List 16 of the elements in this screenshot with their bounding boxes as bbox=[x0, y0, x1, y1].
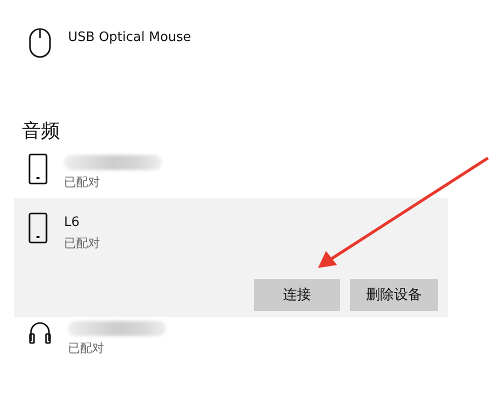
section-heading: 音频 bbox=[21, 119, 61, 143]
device-status: 已配对 bbox=[64, 235, 100, 251]
device-name: L6 bbox=[64, 214, 81, 231]
device-row[interactable]: 已配对 bbox=[14, 151, 448, 198]
remove-device-button[interactable]: 删除设备 bbox=[350, 279, 438, 311]
mouse-icon bbox=[28, 27, 52, 59]
headphones-icon bbox=[28, 319, 52, 345]
connect-button[interactable]: 连接 bbox=[254, 279, 340, 311]
device-status: 已配对 bbox=[64, 174, 101, 190]
device-name: USB Optical Mouse bbox=[68, 29, 192, 46]
phone-icon bbox=[28, 212, 48, 244]
selected-device-row[interactable]: L6 已配对 连接 删除设备 bbox=[14, 198, 448, 317]
device-row[interactable]: 已配对 bbox=[14, 317, 448, 364]
phone-icon bbox=[28, 153, 48, 185]
device-status: 已配对 bbox=[68, 340, 105, 356]
device-row[interactable]: USB Optical Mouse bbox=[14, 25, 448, 67]
